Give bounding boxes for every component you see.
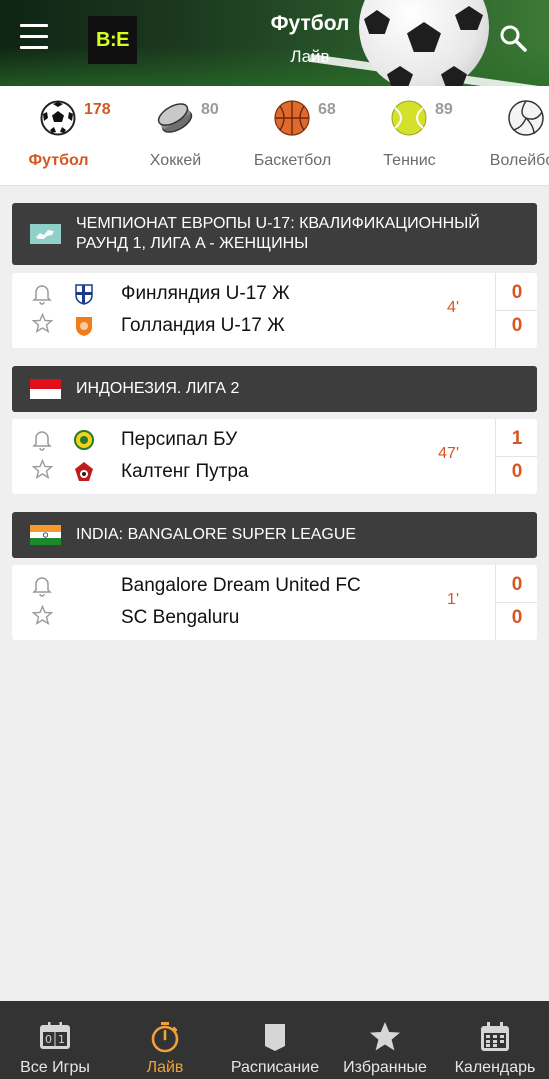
bell-icon[interactable] xyxy=(32,575,52,597)
home-score: 0 xyxy=(511,574,523,595)
tab-volleyball[interactable]: Волейбол xyxy=(468,86,549,185)
kalteng-putra-crest-icon xyxy=(74,461,94,483)
nav-calendar[interactable]: Календарь xyxy=(440,1001,549,1079)
match-minute: 4' xyxy=(447,299,459,316)
star-icon[interactable] xyxy=(31,312,54,334)
logo-text: B:E xyxy=(96,28,129,51)
nav-label: Расписание xyxy=(230,1059,320,1076)
away-team-name: Голландия U-17 Ж xyxy=(121,315,285,336)
tab-football[interactable]: 178 Футбол xyxy=(0,86,117,185)
nav-live[interactable]: Лайв xyxy=(110,1001,220,1079)
home-score: 0 xyxy=(511,282,523,303)
nav-label: Все Игры xyxy=(20,1059,90,1076)
page-subtitle: Лайв xyxy=(290,47,330,66)
home-team-name: Финляндия U-17 Ж xyxy=(121,283,290,304)
star-icon[interactable] xyxy=(31,604,54,626)
star-icon xyxy=(369,1021,401,1053)
schedule-icon xyxy=(259,1021,291,1053)
home-team-name: Bangalore Dream United FC xyxy=(121,575,361,596)
home-team-name: Персипал БУ xyxy=(121,429,238,450)
app-header: B:E Футбол Лайв xyxy=(0,0,549,86)
match-row[interactable]: Bangalore Dream United FC SC Bengaluru 1… xyxy=(12,565,537,640)
india-flag-icon xyxy=(30,525,61,545)
away-team-name: Калтенг Путра xyxy=(121,461,249,482)
league-name: ИНДОНЕЗИЯ. ЛИГА 2 xyxy=(76,380,240,397)
europe-flag-icon xyxy=(30,224,61,244)
match-minute: 47' xyxy=(438,445,459,462)
nav-schedule[interactable]: Расписание xyxy=(220,1001,330,1079)
basketball-icon xyxy=(274,100,310,136)
tab-hockey[interactable]: 80 Хоккей xyxy=(117,86,234,185)
away-team-name: SC Bengaluru xyxy=(121,607,240,628)
tab-count: 178 xyxy=(84,101,111,118)
hockey-puck-icon xyxy=(157,100,193,136)
tab-label: Теннис xyxy=(383,152,436,169)
sport-tabs: 178 Футбол 80 Хоккей 68 Баскетбол 89 Тен… xyxy=(0,86,549,186)
bell-icon[interactable] xyxy=(32,429,52,451)
persipal-crest-icon xyxy=(74,429,94,451)
bell-icon[interactable] xyxy=(32,283,52,305)
home-score: 1 xyxy=(511,428,523,449)
away-score: 0 xyxy=(511,607,523,628)
nav-label: Календарь xyxy=(454,1059,536,1076)
league-name: ЧЕМПИОНАТ ЕВРОПЫ U-17: КВАЛИФИКАЦИОННЫЙ … xyxy=(76,215,480,252)
hamburger-menu-icon[interactable] xyxy=(20,24,48,52)
nav-all-games[interactable]: 01 Все Игры xyxy=(0,1001,110,1079)
scorebox: 0 0 xyxy=(495,565,537,640)
netherlands-crest-icon xyxy=(74,315,94,337)
tab-label: Хоккей xyxy=(149,152,202,169)
scorebox: 0 0 xyxy=(495,273,537,348)
league-header[interactable]: INDIA: BANGALORE SUPER LEAGUE xyxy=(12,512,537,558)
stopwatch-icon xyxy=(149,1021,181,1053)
scoreboard-icon: 01 xyxy=(39,1021,71,1053)
volleyball-icon xyxy=(508,100,544,136)
match-row[interactable]: Персипал БУ Калтенг Путра 47' 1 0 xyxy=(12,419,537,494)
calendar-icon xyxy=(479,1021,511,1053)
search-icon[interactable] xyxy=(499,24,527,52)
tab-label: Футбол xyxy=(28,152,89,169)
star-icon[interactable] xyxy=(31,458,54,480)
svg-text:1: 1 xyxy=(58,1033,65,1046)
match-minute: 1' xyxy=(447,591,459,608)
away-score: 0 xyxy=(511,315,523,336)
tab-count: 80 xyxy=(201,101,219,118)
tab-label: Волейбол xyxy=(489,152,549,169)
nav-favorites[interactable]: Избранные xyxy=(330,1001,440,1079)
away-score: 0 xyxy=(511,461,523,482)
tab-label: Баскетбол xyxy=(253,152,332,169)
scorebox: 1 0 xyxy=(495,419,537,494)
svg-text:0: 0 xyxy=(45,1033,52,1046)
tab-basketball[interactable]: 68 Баскетбол xyxy=(234,86,351,185)
league-header[interactable]: ЧЕМПИОНАТ ЕВРОПЫ U-17: КВАЛИФИКАЦИОННЫЙ … xyxy=(12,203,537,265)
league-name: INDIA: BANGALORE SUPER LEAGUE xyxy=(76,526,357,543)
league-header[interactable]: ИНДОНЕЗИЯ. ЛИГА 2 xyxy=(12,366,537,412)
tennis-ball-icon xyxy=(391,100,427,136)
tab-count: 68 xyxy=(318,101,336,118)
app-logo[interactable]: B:E xyxy=(88,16,137,64)
page-title: Футбол xyxy=(270,12,350,35)
nav-label: Лайв xyxy=(146,1059,184,1076)
indonesia-flag-icon xyxy=(30,379,61,399)
tab-count: 89 xyxy=(435,101,453,118)
nav-label: Избранные xyxy=(343,1059,427,1076)
bottom-navigation: 01 Все Игры Лайв Расписание Избранные Ка… xyxy=(0,1001,549,1079)
match-row[interactable]: Финляндия U-17 Ж Голландия U-17 Ж 4' 0 0 xyxy=(12,273,537,348)
finland-crest-icon xyxy=(74,283,94,305)
soccer-ball-icon xyxy=(40,100,76,136)
tab-tennis[interactable]: 89 Теннис xyxy=(351,86,468,185)
